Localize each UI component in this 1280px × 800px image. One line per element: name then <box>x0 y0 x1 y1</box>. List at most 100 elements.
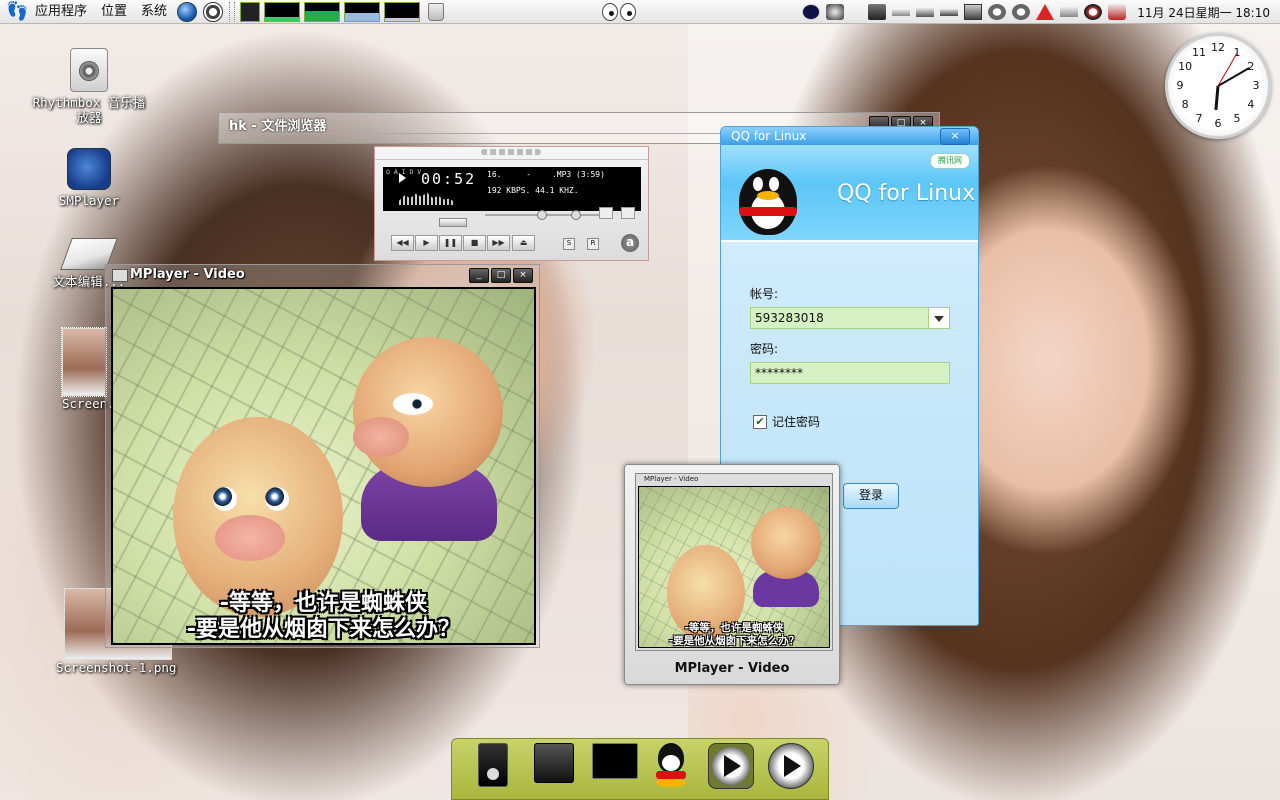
usb-drive-icon[interactable] <box>940 8 959 16</box>
track-format: .MP3 (3:59) <box>551 170 605 179</box>
play-icon[interactable] <box>768 743 814 789</box>
menu-places[interactable]: 位置 <box>94 0 134 24</box>
qq-brand-title: QQ for Linux <box>837 181 976 206</box>
clock-number: 4 <box>1247 98 1255 111</box>
load-monitor[interactable] <box>384 1 421 22</box>
track-info: 16. - .MP3 (3:59) <box>487 170 605 179</box>
track-separator: - <box>526 170 532 179</box>
eject-button[interactable]: ⏏ <box>512 235 535 251</box>
tencent-badge[interactable]: 腾讯网 <box>930 153 970 169</box>
image-thumbnail-icon <box>61 327 107 397</box>
status-icon[interactable] <box>1084 4 1103 20</box>
audio-player-window[interactable]: O A I D V 00:52 16. - .MP3 (3:59) 192 KB… <box>374 146 649 261</box>
preview-subtitle-2: -要是他从烟囱下来怎么办？ <box>668 635 800 647</box>
password-field[interactable]: ******** <box>750 362 950 384</box>
preview-mini-title: MPlayer - Video <box>644 475 699 483</box>
memory-monitor[interactable] <box>304 1 341 22</box>
close-button[interactable]: × <box>940 128 970 145</box>
mplayer-app-icon <box>112 269 128 282</box>
monitor-icon[interactable] <box>964 4 983 20</box>
remember-password-checkbox[interactable]: ✔ <box>753 415 767 429</box>
printer-icon[interactable] <box>1060 7 1079 17</box>
clock-number: 2 <box>1247 60 1255 73</box>
player-display: O A I D V 00:52 16. - .MP3 (3:59) 192 KB… <box>383 167 641 211</box>
seek-knob[interactable] <box>439 218 467 227</box>
analog-clock-widget[interactable]: 121234567891011 <box>1165 33 1271 139</box>
player-title-dots <box>481 149 541 155</box>
warning-icon[interactable] <box>1036 4 1055 20</box>
minimize-button[interactable]: _ <box>469 268 489 283</box>
repeat-button[interactable]: R <box>587 238 599 250</box>
window-title: QQ for Linux <box>731 129 807 143</box>
desktop-icon-label: Screenshot-1.png <box>56 660 177 675</box>
panel-clock[interactable]: 11月 24日星期一 18:10 <box>1137 4 1270 21</box>
update-icon[interactable] <box>802 4 821 20</box>
drive-icon[interactable] <box>534 743 574 783</box>
password-value: ******** <box>755 366 803 380</box>
desktop-icon-rhythmbox[interactable]: Rhythmbox 音乐播 放器 <box>24 48 154 125</box>
clock-number: 11 <box>1192 46 1206 60</box>
gear-icon[interactable] <box>988 4 1007 20</box>
account-dropdown-button[interactable] <box>928 308 949 328</box>
clock-number: 3 <box>1252 79 1260 92</box>
system-tray: 11月 24日星期一 18:10 <box>799 0 1280 24</box>
clock-number: 7 <box>1195 111 1203 125</box>
pause-button[interactable]: ❚❚ <box>439 235 462 251</box>
panel-grip[interactable] <box>229 1 236 22</box>
qq-penguin-icon <box>733 167 805 243</box>
account-field[interactable]: 593283018 <box>750 307 950 329</box>
remember-password-label[interactable]: 记住密码 <box>772 413 820 430</box>
web-browser-icon[interactable] <box>177 1 198 22</box>
elapsed-time[interactable]: 00:52 <box>421 170 476 188</box>
account-label: 帐号: <box>750 287 779 301</box>
play-icon[interactable] <box>708 743 754 789</box>
trash-icon[interactable] <box>428 2 445 21</box>
dock <box>451 738 829 800</box>
help-icon[interactable] <box>203 1 224 22</box>
cpu-monitor[interactable] <box>264 1 301 22</box>
network-icon[interactable] <box>892 8 911 16</box>
clock-number: 6 <box>1214 117 1222 130</box>
maximize-button[interactable]: □ <box>491 268 511 283</box>
close-button[interactable]: × <box>513 268 533 283</box>
player-titlebar[interactable] <box>375 147 648 160</box>
battery-icon[interactable] <box>240 1 261 22</box>
media-player-icon[interactable] <box>478 743 508 787</box>
shuffle-button[interactable]: S <box>563 238 575 250</box>
window-titlebar[interactable]: MPlayer - Video _ □ × <box>106 265 539 287</box>
video-frame: -等等，也许是蜘蛛侠 -要是他从烟囱下来怎么办？ <box>113 289 534 643</box>
clock-number: 9 <box>1176 79 1184 92</box>
gnome-foot-icon[interactable]: 👣 <box>6 1 28 23</box>
window-preview-popup[interactable]: MPlayer - Video -等等，也许是蜘蛛侠 -要是他从烟囱下来怎么办？… <box>624 464 840 685</box>
stop-button[interactable]: ■ <box>463 235 486 251</box>
clock-number: 8 <box>1181 98 1189 111</box>
next-button[interactable]: ▶▶ <box>487 235 510 251</box>
menu-system[interactable]: 系统 <box>134 0 174 24</box>
preferences-icon[interactable] <box>1012 4 1031 20</box>
window-title: MPlayer - Video <box>130 267 245 282</box>
spectrum-visualizer <box>399 192 455 205</box>
network-monitor[interactable] <box>344 1 381 22</box>
window-title: hk - 文件浏览器 <box>229 119 327 134</box>
qq-penguin-icon[interactable] <box>650 743 692 789</box>
xeyes-applet <box>602 3 636 21</box>
player-logo-icon[interactable]: a <box>621 234 639 252</box>
play-button[interactable]: ▶ <box>415 235 438 251</box>
menu-applications[interactable]: 应用程序 <box>28 0 94 24</box>
window-titlebar[interactable]: QQ for Linux × <box>721 127 978 145</box>
password-label: 密码: <box>750 342 779 356</box>
previous-button[interactable]: ◀◀ <box>391 235 414 251</box>
chat-icon[interactable] <box>1108 4 1127 20</box>
screenshot-icon[interactable] <box>868 4 887 20</box>
seek-bar[interactable] <box>383 217 641 227</box>
settings-gear-icon[interactable] <box>826 4 845 20</box>
play-state-icon <box>399 173 406 183</box>
drive-icon[interactable] <box>916 7 935 17</box>
login-button[interactable]: 登录 <box>843 483 899 509</box>
mplayer-window[interactable]: MPlayer - Video _ □ × -等等，也许是蜘蛛侠 -要是他从烟囱… <box>105 264 540 648</box>
video-area[interactable]: -等等，也许是蜘蛛侠 -要是他从烟囱下来怎么办？ <box>111 287 536 645</box>
preview-caption: MPlayer - Video <box>674 661 790 676</box>
terminal-icon[interactable] <box>592 743 638 779</box>
preview-thumbnail: MPlayer - Video -等等，也许是蜘蛛侠 -要是他从烟囱下来怎么办？ <box>635 473 833 651</box>
desktop-icon-smplayer[interactable]: SMPlayer <box>44 148 134 208</box>
